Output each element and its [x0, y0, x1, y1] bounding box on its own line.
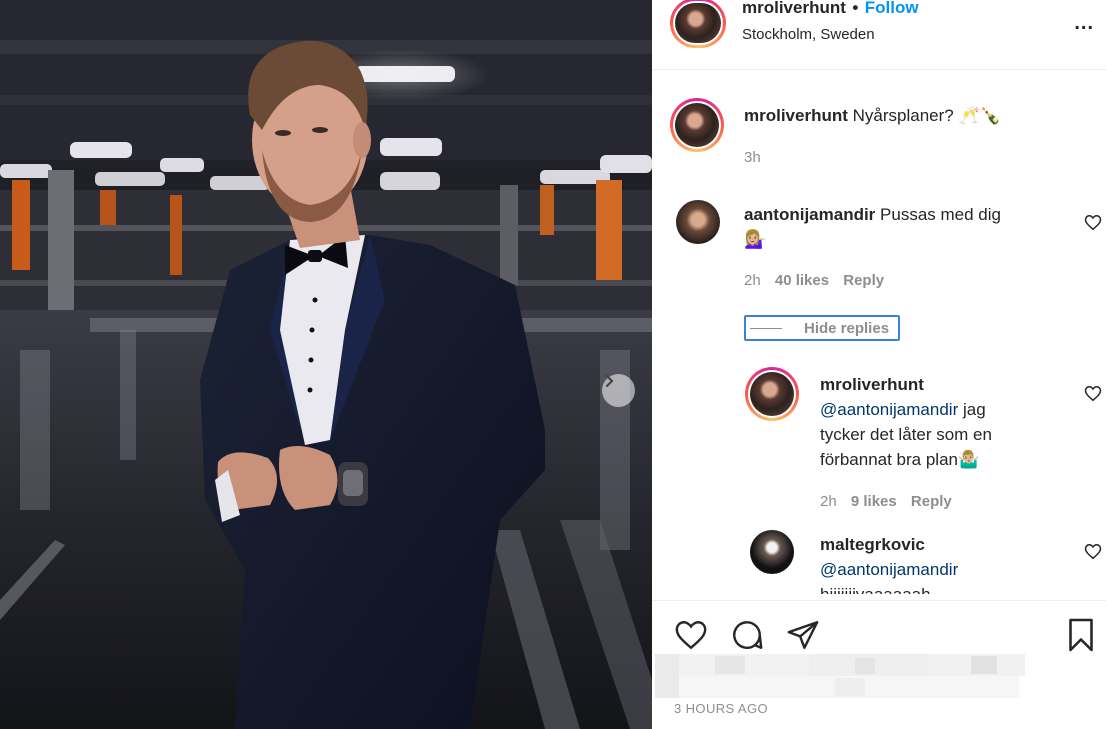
comment-reply-button[interactable]: Reply: [843, 272, 884, 289]
reply-avatar[interactable]: [750, 530, 794, 574]
comment-emoji: 💁🏼‍♀️: [744, 229, 767, 249]
author-avatar[interactable]: [670, 0, 726, 48]
post-timestamp[interactable]: 3 HOURS AGO: [674, 701, 768, 716]
author-username[interactable]: mroliverhunt: [742, 0, 846, 17]
hide-replies-divider: [750, 327, 782, 329]
more-options-icon[interactable]: ...: [1074, 12, 1094, 35]
post-header: mroliverhunt • Follow Stockholm, Sweden …: [652, 0, 1106, 70]
comment-time[interactable]: 2h: [744, 272, 761, 289]
hide-replies-label: Hide replies: [804, 319, 890, 337]
comment-username[interactable]: aantonijamandir: [744, 205, 875, 224]
chevron-right-icon: [605, 374, 614, 388]
like-heart-icon[interactable]: [674, 619, 708, 651]
share-send-icon[interactable]: [786, 618, 820, 652]
reply-like-heart-icon[interactable]: [1084, 543, 1102, 560]
caption-avatar[interactable]: [670, 98, 724, 152]
caption-username[interactable]: mroliverhunt: [744, 106, 848, 125]
follow-button[interactable]: Follow: [865, 0, 919, 17]
post-actions: 3 HOURS AGO: [652, 600, 1106, 729]
reply-username[interactable]: maltegrkovic: [820, 532, 1070, 557]
post-side-panel: mroliverhunt • Follow Stockholm, Sweden …: [652, 0, 1106, 729]
comment-likes[interactable]: 40 likes: [775, 272, 829, 289]
commenter-avatar[interactable]: [676, 200, 720, 244]
caption-time[interactable]: 3h: [744, 149, 761, 166]
post-photo: [0, 0, 652, 729]
carousel-next-button[interactable]: [602, 374, 635, 407]
reply-item: maltegrkovic @aantonijamandir hiiiiiiiva…: [652, 520, 1106, 594]
comment-like-heart-icon[interactable]: [1084, 214, 1102, 231]
reply-avatar[interactable]: [745, 367, 799, 421]
reply-reply-button[interactable]: Reply: [911, 493, 952, 510]
reply-text-line1: jag: [962, 400, 986, 419]
reply-username[interactable]: mroliverhunt: [820, 372, 1070, 397]
reply-text-line3: förbannat bra plan🤷🏼‍♂️: [820, 450, 980, 469]
liked-by-redacted: [655, 654, 1025, 698]
save-bookmark-icon[interactable]: [1065, 617, 1097, 653]
reply-time[interactable]: 2h: [820, 493, 837, 510]
reply-like-heart-icon[interactable]: [1084, 385, 1102, 402]
reply-mention[interactable]: @aantonijamandir: [820, 400, 958, 419]
reply-likes[interactable]: 9 likes: [851, 493, 897, 510]
comment-bubble-icon[interactable]: [730, 618, 764, 652]
photo-scene: [0, 0, 652, 729]
hide-replies-button[interactable]: Hide replies: [744, 315, 900, 341]
post-location[interactable]: Stockholm, Sweden: [742, 26, 875, 43]
reply-text: hiiiiiiivaaaaaah: [820, 582, 1070, 594]
caption-text: Nyårsplaner? 🥂🍾: [852, 106, 1001, 125]
reply-text-line2: tycker det låter som en: [820, 425, 992, 444]
comment-text: Pussas med dig: [880, 205, 1001, 224]
reply-mention[interactable]: @aantonijamandir: [820, 557, 1070, 582]
follow-separator: •: [852, 0, 859, 17]
